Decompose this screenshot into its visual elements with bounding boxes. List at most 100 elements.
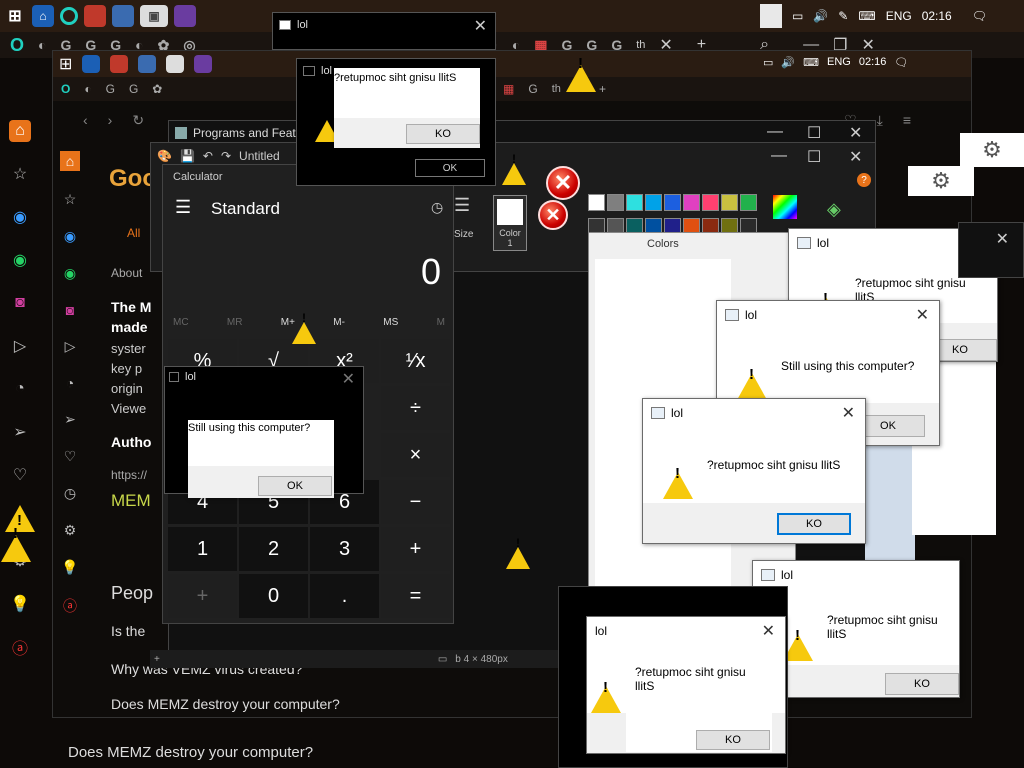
app-photo-icon[interactable] <box>112 5 134 27</box>
history-icon[interactable]: ◷ <box>431 199 443 216</box>
reload-icon[interactable]: ↻ <box>132 112 144 129</box>
google-tab-all[interactable]: All <box>127 226 140 240</box>
inner-volume-icon[interactable]: 🔊 <box>781 56 795 69</box>
key-decimal[interactable]: . <box>310 574 379 618</box>
paint-close-icon[interactable]: ✕ <box>849 147 862 167</box>
palette-swatch[interactable] <box>626 194 643 211</box>
paint-size-label[interactable]: Size <box>454 229 473 240</box>
paint3d-icon[interactable]: ◈ <box>827 199 841 220</box>
inner-settings-icon[interactable]: ⚙ <box>64 522 77 539</box>
hamburger-icon[interactable]: ☰ <box>175 197 191 218</box>
programs-maximize-icon[interactable]: ☐ <box>807 123 821 143</box>
history-icon[interactable]: ◔ <box>9 378 31 400</box>
inner-whatsapp-icon[interactable]: ◉ <box>64 265 76 282</box>
inner-app-icon[interactable] <box>82 55 101 73</box>
mem-mc[interactable]: MC <box>173 317 189 328</box>
redo-icon[interactable]: ↷ <box>221 149 231 163</box>
tray-blank-icon[interactable] <box>760 4 782 28</box>
inner-keyboard-icon[interactable]: ⌨ <box>803 56 819 69</box>
instagram-icon[interactable]: ◙ <box>9 292 31 314</box>
menu-icon[interactable]: ≡ <box>903 112 911 128</box>
paint-minimize-icon[interactable]: — <box>771 147 787 165</box>
save-icon[interactable]: 💾 <box>180 149 195 163</box>
messenger-icon[interactable]: ◉ <box>9 206 31 228</box>
inner-tab-icon[interactable]: ✿ <box>152 82 162 96</box>
pen-icon[interactable]: ✎ <box>838 9 848 23</box>
palette-swatch[interactable] <box>721 194 738 211</box>
palette-swatch[interactable] <box>645 194 662 211</box>
player-icon[interactable]: ▷ <box>9 335 31 357</box>
edit-colors-icon[interactable] <box>773 195 797 219</box>
inner-app-icon[interactable] <box>166 55 185 73</box>
inner-home-icon[interactable]: ⌂ <box>60 151 80 171</box>
inner-instagram-icon[interactable]: ◙ <box>66 302 74 318</box>
google-question-outer[interactable]: Does MEMZ destroy your computer? <box>68 744 313 761</box>
dialog-ko-button-bottom[interactable]: KO <box>696 730 770 750</box>
start-windows-icon[interactable]: ⊞ <box>4 5 26 27</box>
inner-send-icon[interactable]: ➢ <box>64 411 76 428</box>
key-multiply[interactable]: × <box>381 433 450 477</box>
inner-start-icon[interactable]: ⊞ <box>59 54 72 74</box>
key-0[interactable]: 0 <box>239 574 308 618</box>
dialog-close-icon[interactable]: ✕ <box>474 16 487 36</box>
undo-icon[interactable]: ↶ <box>203 149 213 163</box>
inner-language[interactable]: ENG <box>827 56 851 69</box>
download-icon[interactable]: ⤓ <box>877 112 883 129</box>
palette-swatch[interactable] <box>607 194 624 211</box>
tab-icon[interactable]: ◐ <box>38 37 46 53</box>
programs-minimize-icon[interactable]: — <box>767 123 783 141</box>
palette-swatch[interactable] <box>740 194 757 211</box>
google-question[interactable]: Does MEMZ destroy your computer? <box>111 696 340 712</box>
google-settings-icon[interactable]: ⚙ <box>908 166 974 196</box>
palette-swatch[interactable] <box>683 194 700 211</box>
send-icon[interactable]: ➢ <box>9 421 31 443</box>
language-indicator[interactable]: ENG <box>886 9 912 23</box>
google-question[interactable]: Is the <box>111 623 145 639</box>
inner-clock[interactable]: 02:16 <box>859 56 887 69</box>
key-negate[interactable]: + <box>168 574 237 618</box>
help-icon[interactable]: ? <box>857 173 871 187</box>
dialog-close-icon[interactable]: ✕ <box>996 229 1009 249</box>
inner-tab-icon[interactable]: G <box>129 82 138 96</box>
mem-mminus[interactable]: M- <box>333 317 345 328</box>
google-memz-link[interactable]: MEM <box>111 491 151 511</box>
key-1[interactable]: 1 <box>168 527 237 571</box>
back-icon[interactable]: ‹ <box>83 112 88 128</box>
inner-messenger-icon[interactable]: ◉ <box>64 228 76 245</box>
programs-close-icon[interactable]: ✕ <box>849 123 862 143</box>
google-https[interactable]: https:// <box>111 468 147 482</box>
inner-network-icon[interactable]: ▭ <box>763 56 773 69</box>
notification-icon[interactable]: 🗨 <box>972 9 987 23</box>
inner-new-tab-icon[interactable]: + <box>599 82 606 96</box>
dialog-ok-button[interactable]: OK <box>258 476 332 496</box>
mem-ms[interactable]: MS <box>383 317 398 328</box>
inner-tab-title[interactable]: th <box>552 83 561 95</box>
whatsapp-icon[interactable]: ◉ <box>9 249 31 271</box>
dialog-close-icon[interactable]: ✕ <box>916 305 929 325</box>
inner-history-icon[interactable]: ◔ <box>66 375 74 391</box>
mem-m[interactable]: M <box>437 317 445 328</box>
paint-size-icon[interactable]: ☰ <box>454 195 470 216</box>
inner-aria-icon[interactable]: ⓐ <box>63 596 77 616</box>
mem-mr[interactable]: MR <box>227 317 243 328</box>
key-2[interactable]: 2 <box>239 527 308 571</box>
volume-icon[interactable]: 🔊 <box>813 9 828 23</box>
key-3[interactable]: 3 <box>310 527 379 571</box>
key-minus[interactable]: − <box>381 480 450 524</box>
bulb-icon[interactable]: 💡 <box>9 593 31 615</box>
app-active-icon[interactable]: ▣ <box>140 5 168 27</box>
paint-maximize-icon[interactable]: ☐ <box>807 147 821 167</box>
inner-app-icon[interactable] <box>138 55 157 73</box>
keyboard-icon[interactable]: ⌨ <box>858 9 875 23</box>
dark-dialog-ok-button[interactable]: OK <box>415 159 485 177</box>
inner-tab-icon[interactable]: G <box>528 82 537 96</box>
dialog-close-icon[interactable]: ✕ <box>762 621 775 641</box>
network-icon[interactable]: ▭ <box>792 9 803 23</box>
inner-heart-icon[interactable]: ♡ <box>64 448 77 465</box>
inner-tab-icon[interactable]: G <box>106 82 115 96</box>
inner-notification-icon[interactable]: 🗨 <box>894 56 908 69</box>
opera-logo-icon[interactable]: O <box>10 35 24 56</box>
key-reciprocal[interactable]: ¹⁄x <box>381 339 450 383</box>
key-divide[interactable]: ÷ <box>381 386 450 430</box>
inner-app-icon[interactable] <box>194 55 213 73</box>
